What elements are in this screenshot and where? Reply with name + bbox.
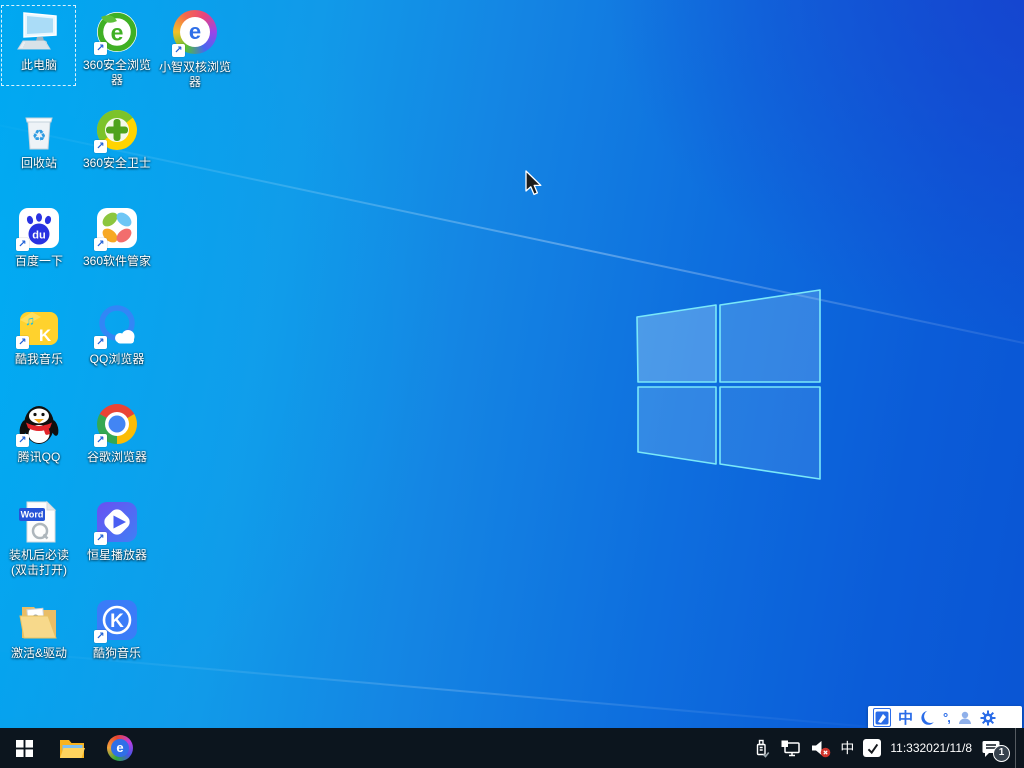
file-explorer-icon	[60, 740, 85, 758]
shortcut-arrow-icon: ↗	[16, 336, 29, 349]
clock-time: 11:33	[890, 740, 920, 755]
clock-date: 2021/11/8	[919, 740, 973, 755]
desktop-icon-360-browser[interactable]: e ↗ 360安全浏览器	[78, 8, 156, 88]
kugou-music-icon: K ↗	[93, 596, 141, 644]
baidu-icon: du ↗	[15, 204, 63, 252]
system-tray: 中 11:33 2021/11/8 1	[752, 728, 1024, 768]
icon-label: 装机后必读(双击打开)	[8, 548, 69, 577]
notification-count-badge: 1	[993, 744, 1010, 762]
360-security-guard-icon: ↗	[93, 106, 141, 154]
360-safe-tray-icon[interactable]	[863, 739, 882, 757]
recycle-bin-icon: ♻	[15, 106, 63, 154]
desktop-wallpaper: 此电脑 ♻ 回收站 du ↗ 百度一下 ♫ K ↗ 酷我音乐 ↗ 腾讯QQ Wo…	[0, 0, 1024, 728]
icon-label: QQ浏览器	[89, 352, 145, 366]
360-browser-icon: e	[107, 735, 133, 761]
desktop-icon-kuwo-music[interactable]: ♫ K ↗ 酷我音乐	[0, 302, 78, 367]
ime-fullwidth-moon-icon[interactable]	[920, 708, 936, 727]
kuwo-music-icon: ♫ K ↗	[15, 302, 63, 350]
start-button[interactable]	[0, 728, 48, 768]
icon-label: 激活&驱动	[10, 646, 67, 660]
recycle-glyph: ♻	[32, 128, 46, 145]
360-safe-browser-icon: e ↗	[93, 8, 141, 56]
kuwo-k-glyph: K	[39, 326, 52, 345]
qq-browser-icon: ↗	[93, 302, 141, 350]
tencent-qq-icon: ↗	[15, 400, 63, 448]
ime-punctuation-mode[interactable]: °,	[943, 708, 951, 727]
xiaozhi-browser-icon: e ↗	[171, 10, 219, 58]
ime-user-icon[interactable]	[957, 708, 973, 727]
file-explorer-button[interactable]	[48, 728, 96, 768]
mouse-cursor	[525, 170, 542, 196]
ime-toolbar: 中 °,	[868, 706, 1022, 728]
360-browser-taskbar-button[interactable]: e	[96, 728, 144, 768]
shortcut-arrow-icon: ↗	[94, 336, 107, 349]
desktop-icon-qq-browser[interactable]: ↗ QQ浏览器	[78, 302, 156, 367]
desktop-icon-baidu[interactable]: du ↗ 百度一下	[0, 204, 78, 269]
music-notes-glyph: ♫	[25, 313, 35, 328]
taskbar-app-area: e	[0, 728, 144, 768]
icon-label: 此电脑	[20, 58, 57, 72]
desktop-icon-tencent-qq[interactable]: ↗ 腾讯QQ	[0, 400, 78, 465]
desktop-icon-hengxing-player[interactable]: ↗ 恒星播放器	[78, 498, 156, 563]
word-banner-glyph: Word	[21, 510, 44, 520]
e-glyph: e	[111, 739, 129, 757]
desktop-icon-this-pc[interactable]: 此电脑	[0, 5, 78, 86]
e-glyph: e	[111, 20, 124, 46]
volume-muted-tray-icon[interactable]	[810, 739, 831, 758]
desktop-icon-360-software-manager[interactable]: ↗ 360软件管家	[78, 204, 156, 269]
hengxing-player-icon: ↗	[93, 498, 141, 546]
taskbar: e 中 11:33 2021/11/8 1	[0, 728, 1024, 768]
icon-label: 360安全浏览器	[82, 58, 152, 87]
usb-device-tray-icon[interactable]	[752, 738, 771, 758]
shortcut-arrow-icon: ↗	[94, 532, 107, 545]
icon-label: 回收站	[20, 156, 57, 170]
shortcut-arrow-icon: ↗	[16, 238, 29, 251]
shortcut-arrow-icon: ↗	[94, 42, 107, 55]
desktop-icon-360-security-guard[interactable]: ↗ 360安全卫士	[78, 106, 156, 171]
desktop-icon-activation-drivers[interactable]: 激活&驱动	[0, 596, 78, 661]
show-desktop-button[interactable]	[1015, 728, 1024, 768]
shortcut-arrow-icon: ↗	[172, 44, 185, 57]
shortcut-arrow-icon: ↗	[94, 434, 107, 447]
folder-icon	[15, 596, 63, 644]
e-glyph: e	[180, 17, 210, 47]
icon-label: 谷歌浏览器	[86, 450, 147, 464]
ime-tray-indicator[interactable]: 中	[840, 738, 854, 758]
icon-label: 360安全卫士	[82, 156, 152, 170]
network-tray-icon[interactable]	[780, 739, 801, 757]
action-center-button[interactable]: 1	[981, 739, 1010, 762]
baidu-du-glyph: du	[32, 230, 45, 242]
desktop-icon-xiaozhi-browser[interactable]: e ↗ 小智双核浏览器	[156, 8, 234, 90]
360-software-manager-icon: ↗	[93, 204, 141, 252]
windows-logo-wallpaper	[636, 289, 821, 480]
icon-label: 恒星播放器	[86, 548, 147, 562]
ime-logo-icon[interactable]	[873, 708, 891, 727]
desktop-icon-readme-doc[interactable]: Word 装机后必读(双击打开)	[0, 498, 78, 578]
chrome-icon: ↗	[93, 400, 141, 448]
desktop-icon-chrome[interactable]: ↗ 谷歌浏览器	[78, 400, 156, 465]
desktop-icon-kugou-music[interactable]: K ↗ 酷狗音乐	[78, 596, 156, 661]
icon-label: 百度一下	[14, 254, 63, 268]
windows-start-icon	[15, 739, 33, 757]
word-document-icon: Word	[15, 498, 63, 546]
icon-label: 360软件管家	[82, 254, 152, 268]
icon-label: 酷我音乐	[14, 352, 63, 366]
desktop-icon-recycle-bin[interactable]: ♻ 回收站	[0, 106, 78, 171]
icon-label: 腾讯QQ	[17, 450, 61, 464]
icon-label: 酷狗音乐	[92, 646, 141, 660]
shortcut-arrow-icon: ↗	[94, 140, 107, 153]
shortcut-arrow-icon: ↗	[94, 238, 107, 251]
shortcut-arrow-icon: ↗	[94, 630, 107, 643]
kugou-k-glyph: K	[110, 611, 124, 632]
ime-settings-gear-icon[interactable]	[980, 708, 996, 727]
taskbar-clock[interactable]: 11:33 2021/11/8	[890, 741, 972, 756]
icon-label: 小智双核浏览器	[158, 60, 231, 89]
shortcut-arrow-icon: ↗	[16, 434, 29, 447]
ime-chinese-mode[interactable]: 中	[898, 708, 913, 727]
this-pc-icon	[15, 8, 63, 56]
